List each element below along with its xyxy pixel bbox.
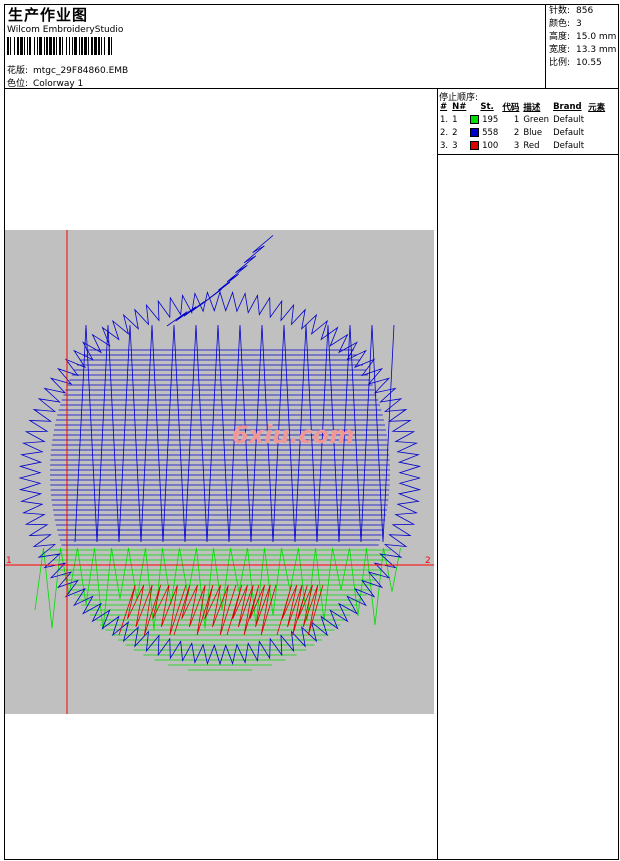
row-desc: Blue: [523, 127, 543, 138]
stat-value: 13.3 mm: [576, 45, 617, 55]
col-desc: 描述: [523, 103, 541, 113]
red-letter-stitch: [276, 584, 324, 636]
stat-label: 宽度:: [549, 45, 571, 55]
colorway-label: 色位:: [7, 79, 29, 89]
row-desc: Green: [523, 114, 550, 125]
color-swatch: [470, 127, 480, 137]
design-preview-canvas: 1 2: [5, 230, 434, 714]
design-value: mtgc_29F84860.EMB: [33, 66, 129, 76]
row-index: 1.: [440, 114, 449, 125]
col-element: 元素: [588, 103, 606, 113]
color-swatch: [470, 114, 480, 124]
row-code: 2: [513, 127, 520, 138]
row-desc: Red: [523, 140, 540, 151]
barcode: [7, 37, 201, 55]
stat-value: 15.0 mm: [576, 32, 617, 42]
design-row: 花版: mtgc_29F84860.EMB: [7, 63, 128, 76]
row-element: [586, 113, 607, 126]
stop-sequence-table: # N# St. 代码 描述 Brand 元素 1. 1 195 1 Green…: [438, 101, 607, 152]
watermark-logo: 6xiu.com: [232, 421, 355, 449]
axis-marker-right: 2: [425, 556, 431, 566]
col-code: 代码: [502, 103, 520, 113]
col-index: #: [440, 102, 448, 112]
software-name: Wilcom EmbroideryStudio: [7, 25, 124, 35]
row-code: 3: [513, 140, 520, 151]
row-stitches: 558: [468, 126, 500, 139]
header-divider: [4, 88, 619, 89]
stitch-count: 100: [482, 140, 499, 151]
design-stats: 针数: 856 颜色: 3 高度: 15.0 mm 宽度: 13.3 mm 比例: 10.…: [549, 5, 616, 70]
stat-label: 比例:: [549, 58, 571, 68]
row-needle: 3: [452, 140, 458, 151]
row-code: 1: [513, 114, 520, 125]
table-row: 1. 1 195 1 Green Default: [438, 113, 607, 126]
stitch-count: 195: [482, 114, 499, 125]
axis-marker-left: 1: [6, 556, 12, 566]
stat-scale: 比例: 10.55: [549, 57, 616, 70]
row-element: [586, 126, 607, 139]
stat-height: 高度: 15.0 mm: [549, 31, 616, 44]
col-brand: Brand: [553, 102, 582, 112]
page-title: 生产作业图: [8, 6, 89, 24]
row-index: 2.: [440, 127, 449, 138]
blue-stem-stitch: [166, 235, 274, 327]
color-swatch: [470, 140, 480, 150]
row-brand: Default: [553, 127, 585, 138]
stitch-count: 558: [482, 127, 499, 138]
stat-label: 针数:: [549, 6, 571, 16]
row-stitches: 100: [468, 139, 500, 152]
table-row: 3. 3 100 3 Red Default: [438, 139, 607, 152]
green-stitch-layer: [34, 547, 401, 671]
row-needle: 1: [452, 114, 458, 125]
design-label: 花版:: [7, 66, 29, 76]
row-brand: Default: [553, 140, 585, 151]
row-index: 3.: [440, 140, 449, 151]
row-element: [586, 139, 607, 152]
colorway-value: Colorway 1: [33, 79, 84, 89]
right-panel-divider: [437, 88, 438, 860]
table-row: 2. 2 558 2 Blue Default: [438, 126, 607, 139]
row-stitches: 195: [468, 113, 500, 126]
stat-value: 856: [576, 6, 594, 16]
stat-colors: 颜色: 3: [549, 18, 616, 31]
stat-stitches: 针数: 856: [549, 5, 616, 18]
stat-label: 高度:: [549, 32, 571, 42]
col-needle: N#: [452, 102, 467, 112]
row-brand: Default: [553, 114, 585, 125]
red-letter-stitch: [226, 584, 277, 636]
stat-value: 10.55: [576, 58, 602, 68]
row-needle: 2: [452, 127, 458, 138]
stats-divider: [545, 4, 546, 88]
embroidery-preview: 1 2: [5, 230, 434, 714]
stat-width: 宽度: 13.3 mm: [549, 44, 616, 57]
colorway-row: 色位: Colorway 1: [7, 76, 83, 89]
stat-value: 3: [576, 19, 582, 29]
stat-label: 颜色:: [549, 19, 571, 29]
table-header-row: # N# St. 代码 描述 Brand 元素: [438, 101, 607, 113]
blue-satin-border: [18, 290, 422, 666]
col-stitches: St.: [480, 102, 494, 112]
stop-table-divider: [437, 154, 619, 155]
